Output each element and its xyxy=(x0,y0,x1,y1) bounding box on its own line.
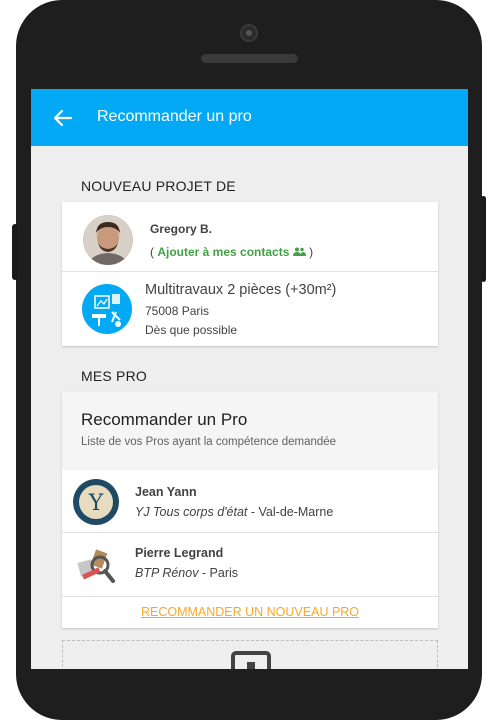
new-pro-button[interactable]: RECOMMANDER UN NOUVEAU PRO xyxy=(62,597,438,628)
app-bar-title: Recommander un pro xyxy=(97,108,252,125)
pros-card-subtitle: Liste de vos Pros ayant la compétence de… xyxy=(81,436,337,448)
renovation-tools-icon xyxy=(92,294,121,327)
front-camera xyxy=(240,24,258,42)
open-paren: ( xyxy=(150,245,154,259)
project-section-header: NOUVEAU PROJET DE xyxy=(81,178,236,194)
phone-side-button xyxy=(12,224,18,280)
close-paren: ) xyxy=(309,245,314,259)
client-row[interactable]: Gregory B. ( Ajouter à mes contacts ) xyxy=(62,202,438,271)
project-title: Multitravaux 2 pièces (+30m²) xyxy=(145,282,337,298)
pro-details: YJ Tous corps d'état - Val-de-Marne xyxy=(135,505,333,519)
project-row[interactable]: Multitravaux 2 pièces (+30m²) 75008 Pari… xyxy=(62,272,438,346)
app-screen: Recommander un pro NOUVEAU PROJET DE Gre… xyxy=(31,89,468,669)
pro-list-item[interactable]: Pierre Legrand BTP Rénov - Paris xyxy=(62,533,438,596)
yj-logo-icon: Y xyxy=(79,485,113,519)
project-category-icon xyxy=(82,284,132,334)
app-bar: Recommander un pro xyxy=(31,89,468,146)
pros-card-title: Recommander un Pro xyxy=(81,410,248,429)
pro-details: BTP Rénov - Paris xyxy=(135,566,238,580)
project-location: 75008 Paris xyxy=(145,304,210,318)
client-photo-icon xyxy=(83,215,133,265)
pro-avatar xyxy=(73,541,119,587)
renovation-tools-image-icon xyxy=(77,549,115,583)
pro-name: Pierre Legrand xyxy=(135,546,224,560)
upload-area[interactable] xyxy=(62,640,438,669)
back-arrow-icon[interactable] xyxy=(51,106,75,130)
svg-text:Y: Y xyxy=(88,491,104,516)
phone-power-button xyxy=(481,196,486,282)
phone-speaker xyxy=(201,54,298,63)
add-contact-label: Ajouter à mes contacts xyxy=(157,245,290,259)
pros-card: Recommander un Pro Liste de vos Pros aya… xyxy=(62,392,438,628)
project-timing: Dès que possible xyxy=(145,323,238,337)
pro-avatar: Y xyxy=(73,479,119,525)
pro-list-item[interactable]: Y Jean Yann YJ Tous corps d'état - Val-d… xyxy=(62,470,438,532)
add-contact-link[interactable]: ( Ajouter à mes contacts ) xyxy=(150,245,313,259)
pro-company: BTP Rénov xyxy=(135,566,199,580)
pros-card-header: Recommander un Pro Liste de vos Pros aya… xyxy=(62,392,438,469)
client-avatar xyxy=(83,215,133,265)
camera-icon xyxy=(231,651,271,669)
pro-company: YJ Tous corps d'état xyxy=(135,505,248,519)
pro-region: - Paris xyxy=(198,566,239,580)
pros-section-header: MES PRO xyxy=(81,368,147,384)
pro-region: - Val-de-Marne xyxy=(247,505,334,519)
add-contact-icon xyxy=(292,247,306,256)
new-pro-link: RECOMMANDER UN NOUVEAU PRO xyxy=(140,605,360,619)
project-card: Gregory B. ( Ajouter à mes contacts ) Mu… xyxy=(62,202,438,346)
pro-name: Jean Yann xyxy=(135,485,197,499)
client-name: Gregory B. xyxy=(150,222,213,236)
